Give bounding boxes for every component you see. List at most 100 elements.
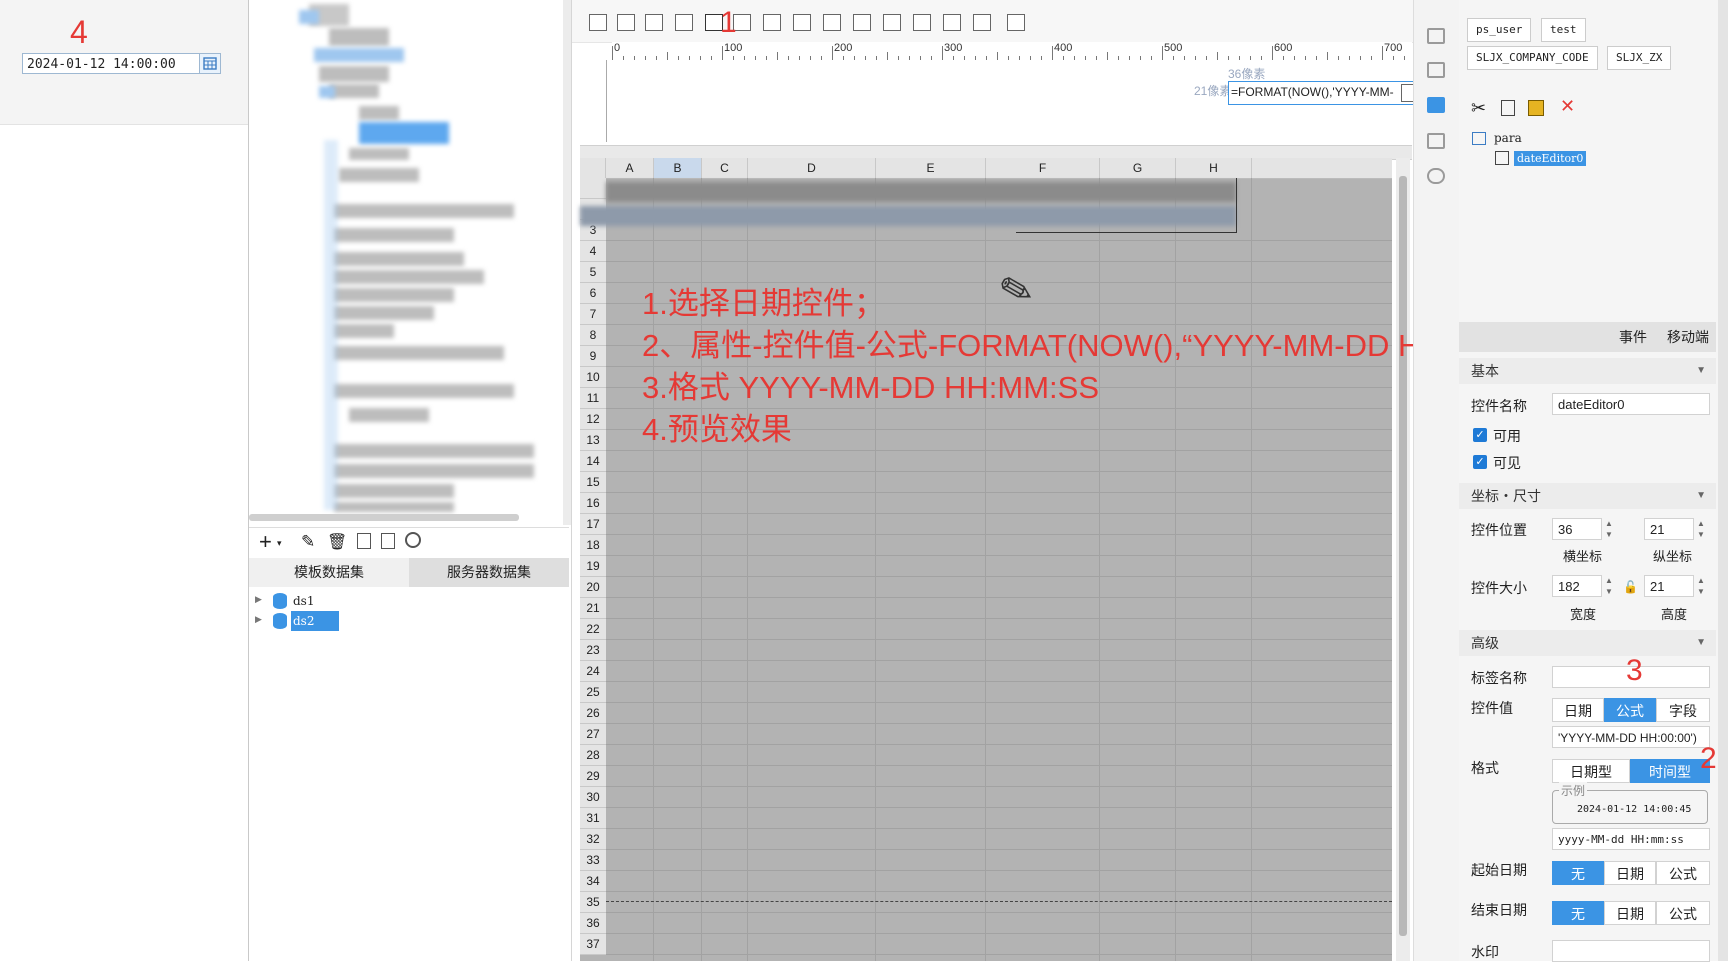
panel-scrollbar[interactable] [1718,0,1728,961]
row-header-36[interactable]: 36 [580,913,606,934]
textarea-widget-icon[interactable] [793,14,811,31]
row-header-29[interactable]: 29 [580,766,606,787]
row-header-10[interactable]: 10 [580,367,606,388]
start-option-formula[interactable]: 公式 [1656,861,1710,885]
properties-icon[interactable] [1427,133,1445,149]
row-header-25[interactable]: 25 [580,682,606,703]
row-header-14[interactable]: 14 [580,451,606,472]
database-icon[interactable] [405,532,421,548]
delete-icon[interactable]: 🗑 [327,532,347,552]
row-header-13[interactable]: 13 [580,430,606,451]
button-widget-icon[interactable] [645,14,663,31]
row-header-32[interactable]: 32 [580,829,606,850]
checkbox-group-widget-icon[interactable] [853,14,871,31]
row-header-11[interactable]: 11 [580,388,606,409]
edit-icon[interactable]: ✎ [301,532,315,552]
param-tag[interactable]: test [1541,18,1586,42]
tab-mobile[interactable]: 移动端 [1660,322,1716,352]
row-header-9[interactable]: 9 [580,346,606,367]
row-header-18[interactable]: 18 [580,535,606,556]
more-widgets-icon[interactable] [1007,14,1025,31]
tree-widget-icon[interactable] [973,14,991,31]
value-option-formula[interactable]: 公式 [1604,698,1656,722]
watermark-input[interactable] [1552,940,1710,962]
row-header-34[interactable]: 34 [580,871,606,892]
password-widget-icon[interactable] [913,14,931,31]
column-header-a[interactable]: A [606,158,654,178]
value-option-date[interactable]: 日期 [1552,698,1604,722]
end-option-formula[interactable]: 公式 [1656,901,1710,925]
cut-icon[interactable]: ✂ [1471,98,1486,119]
row-header-15[interactable]: 15 [580,472,606,493]
grid-vertical-scrollbar[interactable] [1396,158,1410,961]
chevron-down-icon[interactable]: ▾ [277,538,282,549]
dataset-item-ds1[interactable]: ds1 [293,591,314,611]
param-tag[interactable]: SLJX_COMPANY_CODE [1467,46,1598,70]
tab-events[interactable]: 事件 [1606,322,1660,352]
text-area-widget-icon[interactable] [883,14,901,31]
row-header-23[interactable]: 23 [580,640,606,661]
selected-tree-node[interactable] [359,122,449,144]
column-header-g[interactable]: G [1100,158,1176,178]
copy-dataset-icon[interactable] [381,533,395,549]
paste-icon[interactable] [1528,100,1544,116]
pos-x-stepper[interactable]: ▲ ▼ [1602,518,1616,540]
tree-horizontal-scrollbar[interactable] [249,514,519,521]
row-header-31[interactable]: 31 [580,808,606,829]
column-header-b[interactable]: B [654,158,702,178]
tree-vertical-scrollbar[interactable] [563,0,571,525]
add-icon[interactable]: + [259,529,272,555]
tab-server-dataset[interactable]: 服务器数据集 [409,558,569,587]
format-option-date[interactable]: 日期型 [1552,759,1630,783]
column-header-d[interactable]: D [748,158,876,178]
row-header-5[interactable]: 5 [580,262,606,283]
dataset-item-ds2[interactable]: ds2 [291,611,339,631]
text-widget-icon[interactable] [617,14,635,31]
dropdown-widget-icon[interactable] [675,14,693,31]
row-header-27[interactable]: 27 [580,724,606,745]
pos-x-input[interactable]: 36 [1552,518,1602,540]
column-header-h[interactable]: H [1176,158,1252,178]
select-all-corner[interactable] [580,158,606,178]
row-header-8[interactable]: 8 [580,325,606,346]
checkbox-widget-icon[interactable] [943,14,961,31]
format-option-time[interactable]: 时间型 [1630,759,1710,783]
row-header-6[interactable]: 6 [580,283,606,304]
row-header-12[interactable]: 12 [580,409,606,430]
row-header-26[interactable]: 26 [580,703,606,724]
row-header-22[interactable]: 22 [580,619,606,640]
expand-arrow-icon[interactable]: ▶ [255,594,262,605]
tab-template-dataset[interactable]: 模板数据集 [249,558,409,587]
copy-icon[interactable] [1501,100,1515,116]
row-header[interactable] [580,178,606,199]
param-tag[interactable]: ps_user [1467,18,1532,42]
pos-y-input[interactable]: 21 [1644,518,1694,540]
column-header-f[interactable]: F [986,158,1100,178]
param-tag[interactable]: SLJX_ZX [1607,46,1672,70]
component-library-icon[interactable] [1427,28,1445,44]
formula-input[interactable]: 'YYYY-MM-DD HH:00:00') [1552,726,1710,748]
row-header-16[interactable]: 16 [580,493,606,514]
number-widget-icon[interactable] [763,14,781,31]
date-editor-widget[interactable]: =FORMAT(NOW(),'YYYY-MM- [1228,81,1426,105]
column-header-e[interactable]: E [876,158,986,178]
tree-root-para[interactable]: para [1494,131,1522,145]
expand-arrow-icon[interactable]: ▶ [255,614,262,625]
delete-icon[interactable]: ✕ [1560,96,1575,117]
width-input[interactable]: 182 [1552,575,1602,597]
row-header-35[interactable]: 35 [580,892,606,913]
row-header-28[interactable]: 28 [580,745,606,766]
lock-ratio-icon[interactable]: 🔓 [1623,580,1638,594]
label-widget-icon[interactable] [589,14,607,31]
height-input[interactable]: 21 [1644,575,1694,597]
tree-child-dateeditor[interactable]: dateEditor0 [1514,151,1587,166]
row-header-30[interactable]: 30 [580,787,606,808]
end-option-date[interactable]: 日期 [1604,901,1656,925]
row-header-19[interactable]: 19 [580,556,606,577]
width-stepper[interactable]: ▲ ▼ [1602,575,1616,597]
end-option-none[interactable]: 无 [1552,901,1604,925]
column-header-c[interactable]: C [702,158,748,178]
preview-data-icon[interactable] [357,533,371,549]
row-header-4[interactable]: 4 [580,241,606,262]
section-basic[interactable]: 基本 ▼ [1459,358,1716,384]
